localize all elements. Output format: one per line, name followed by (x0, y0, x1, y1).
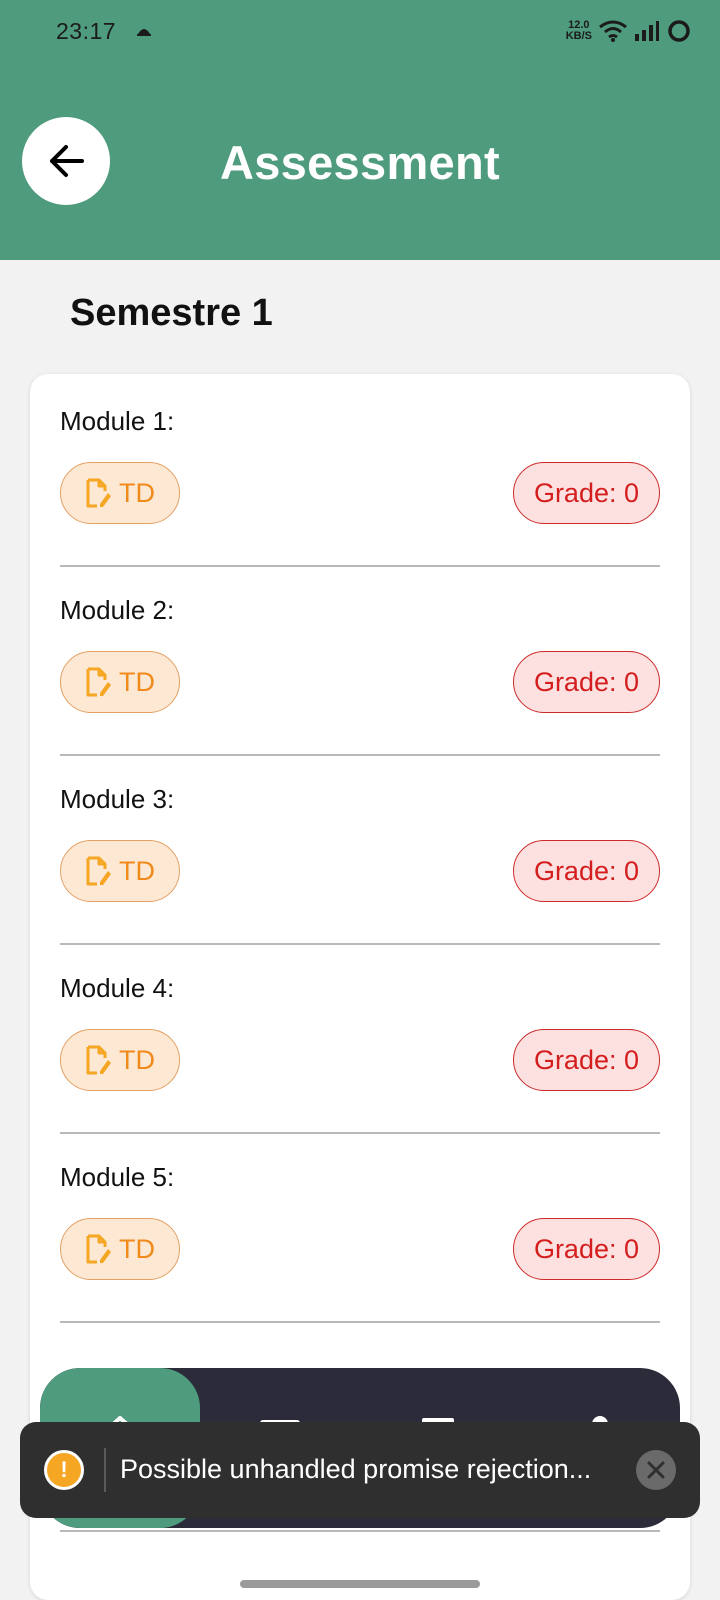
module-row: Module 4: TD Grade: 0 (60, 941, 660, 1134)
grade-label: Grade: 0 (533, 1044, 639, 1075)
td-label: TD (119, 477, 155, 508)
edit-document-icon (86, 478, 111, 508)
arrow-left-icon (50, 145, 84, 177)
notification-icon (136, 22, 152, 43)
edit-document-icon (86, 1045, 111, 1075)
module-title: Module 5: (60, 1162, 175, 1192)
toast-close-button[interactable] (636, 1450, 676, 1490)
home-indicator[interactable] (240, 1580, 480, 1588)
network-speed: 12.0 KB/S (566, 20, 592, 42)
status-icons: 12.0 KB/S (566, 18, 692, 44)
divider (60, 1321, 660, 1323)
td-label: TD (119, 1044, 155, 1075)
network-speed-unit: KB/S (565, 30, 592, 42)
wifi-icon (599, 20, 627, 42)
module-row: Module 5: TD Grade: 0 (60, 1130, 660, 1323)
warning-toast[interactable]: ! Possible unhandled promise rejection..… (20, 1422, 700, 1518)
module-title: Module 2: (60, 595, 175, 625)
module-row: Module 1: TD Grade: 0 (60, 374, 660, 567)
edit-document-icon (86, 667, 111, 697)
grade-label: Grade: 0 (533, 477, 639, 508)
grade-label: Grade: 0 (533, 1233, 639, 1264)
module-title: Module 3: (60, 784, 175, 814)
status-bar: 23:17 12.0 KB/S (0, 0, 720, 64)
battery-icon (668, 20, 690, 42)
module-row: Module 2: TD Grade: 0 (60, 563, 660, 756)
divider (60, 1530, 660, 1532)
td-button[interactable]: TD (60, 651, 180, 713)
td-button[interactable]: TD (60, 840, 180, 902)
warning-icon: ! (44, 1450, 84, 1490)
grade-label: Grade: 0 (533, 666, 639, 697)
semester-title: Semestre 1 (70, 292, 273, 334)
grade-badge: Grade: 0 (512, 840, 660, 902)
module-title: Module 1: (60, 406, 175, 436)
close-icon (647, 1461, 665, 1479)
td-button[interactable]: TD (60, 462, 180, 524)
app-header: 23:17 12.0 KB/S Assessment (0, 0, 720, 260)
grade-badge: Grade: 0 (512, 462, 660, 524)
td-label: TD (119, 855, 155, 886)
grade-badge: Grade: 0 (512, 1218, 660, 1280)
back-button[interactable] (22, 117, 110, 205)
td-label: TD (119, 1233, 155, 1264)
toast-message: Possible unhandled promise rejection... (120, 1454, 592, 1484)
module-row: Module 3: TD Grade: 0 (60, 752, 660, 945)
edit-document-icon (86, 1234, 111, 1264)
td-button[interactable]: TD (60, 1029, 180, 1091)
status-time: 23:17 (56, 18, 117, 44)
signal-icon (635, 21, 659, 41)
td-button[interactable]: TD (60, 1218, 180, 1280)
toast-separator (104, 1448, 106, 1492)
grade-badge: Grade: 0 (512, 651, 660, 713)
edit-document-icon (86, 856, 111, 886)
page-title: Assessment (220, 136, 500, 189)
td-label: TD (119, 666, 155, 697)
module-title: Module 4: (60, 973, 175, 1003)
grade-label: Grade: 0 (533, 855, 639, 886)
grade-badge: Grade: 0 (512, 1029, 660, 1091)
